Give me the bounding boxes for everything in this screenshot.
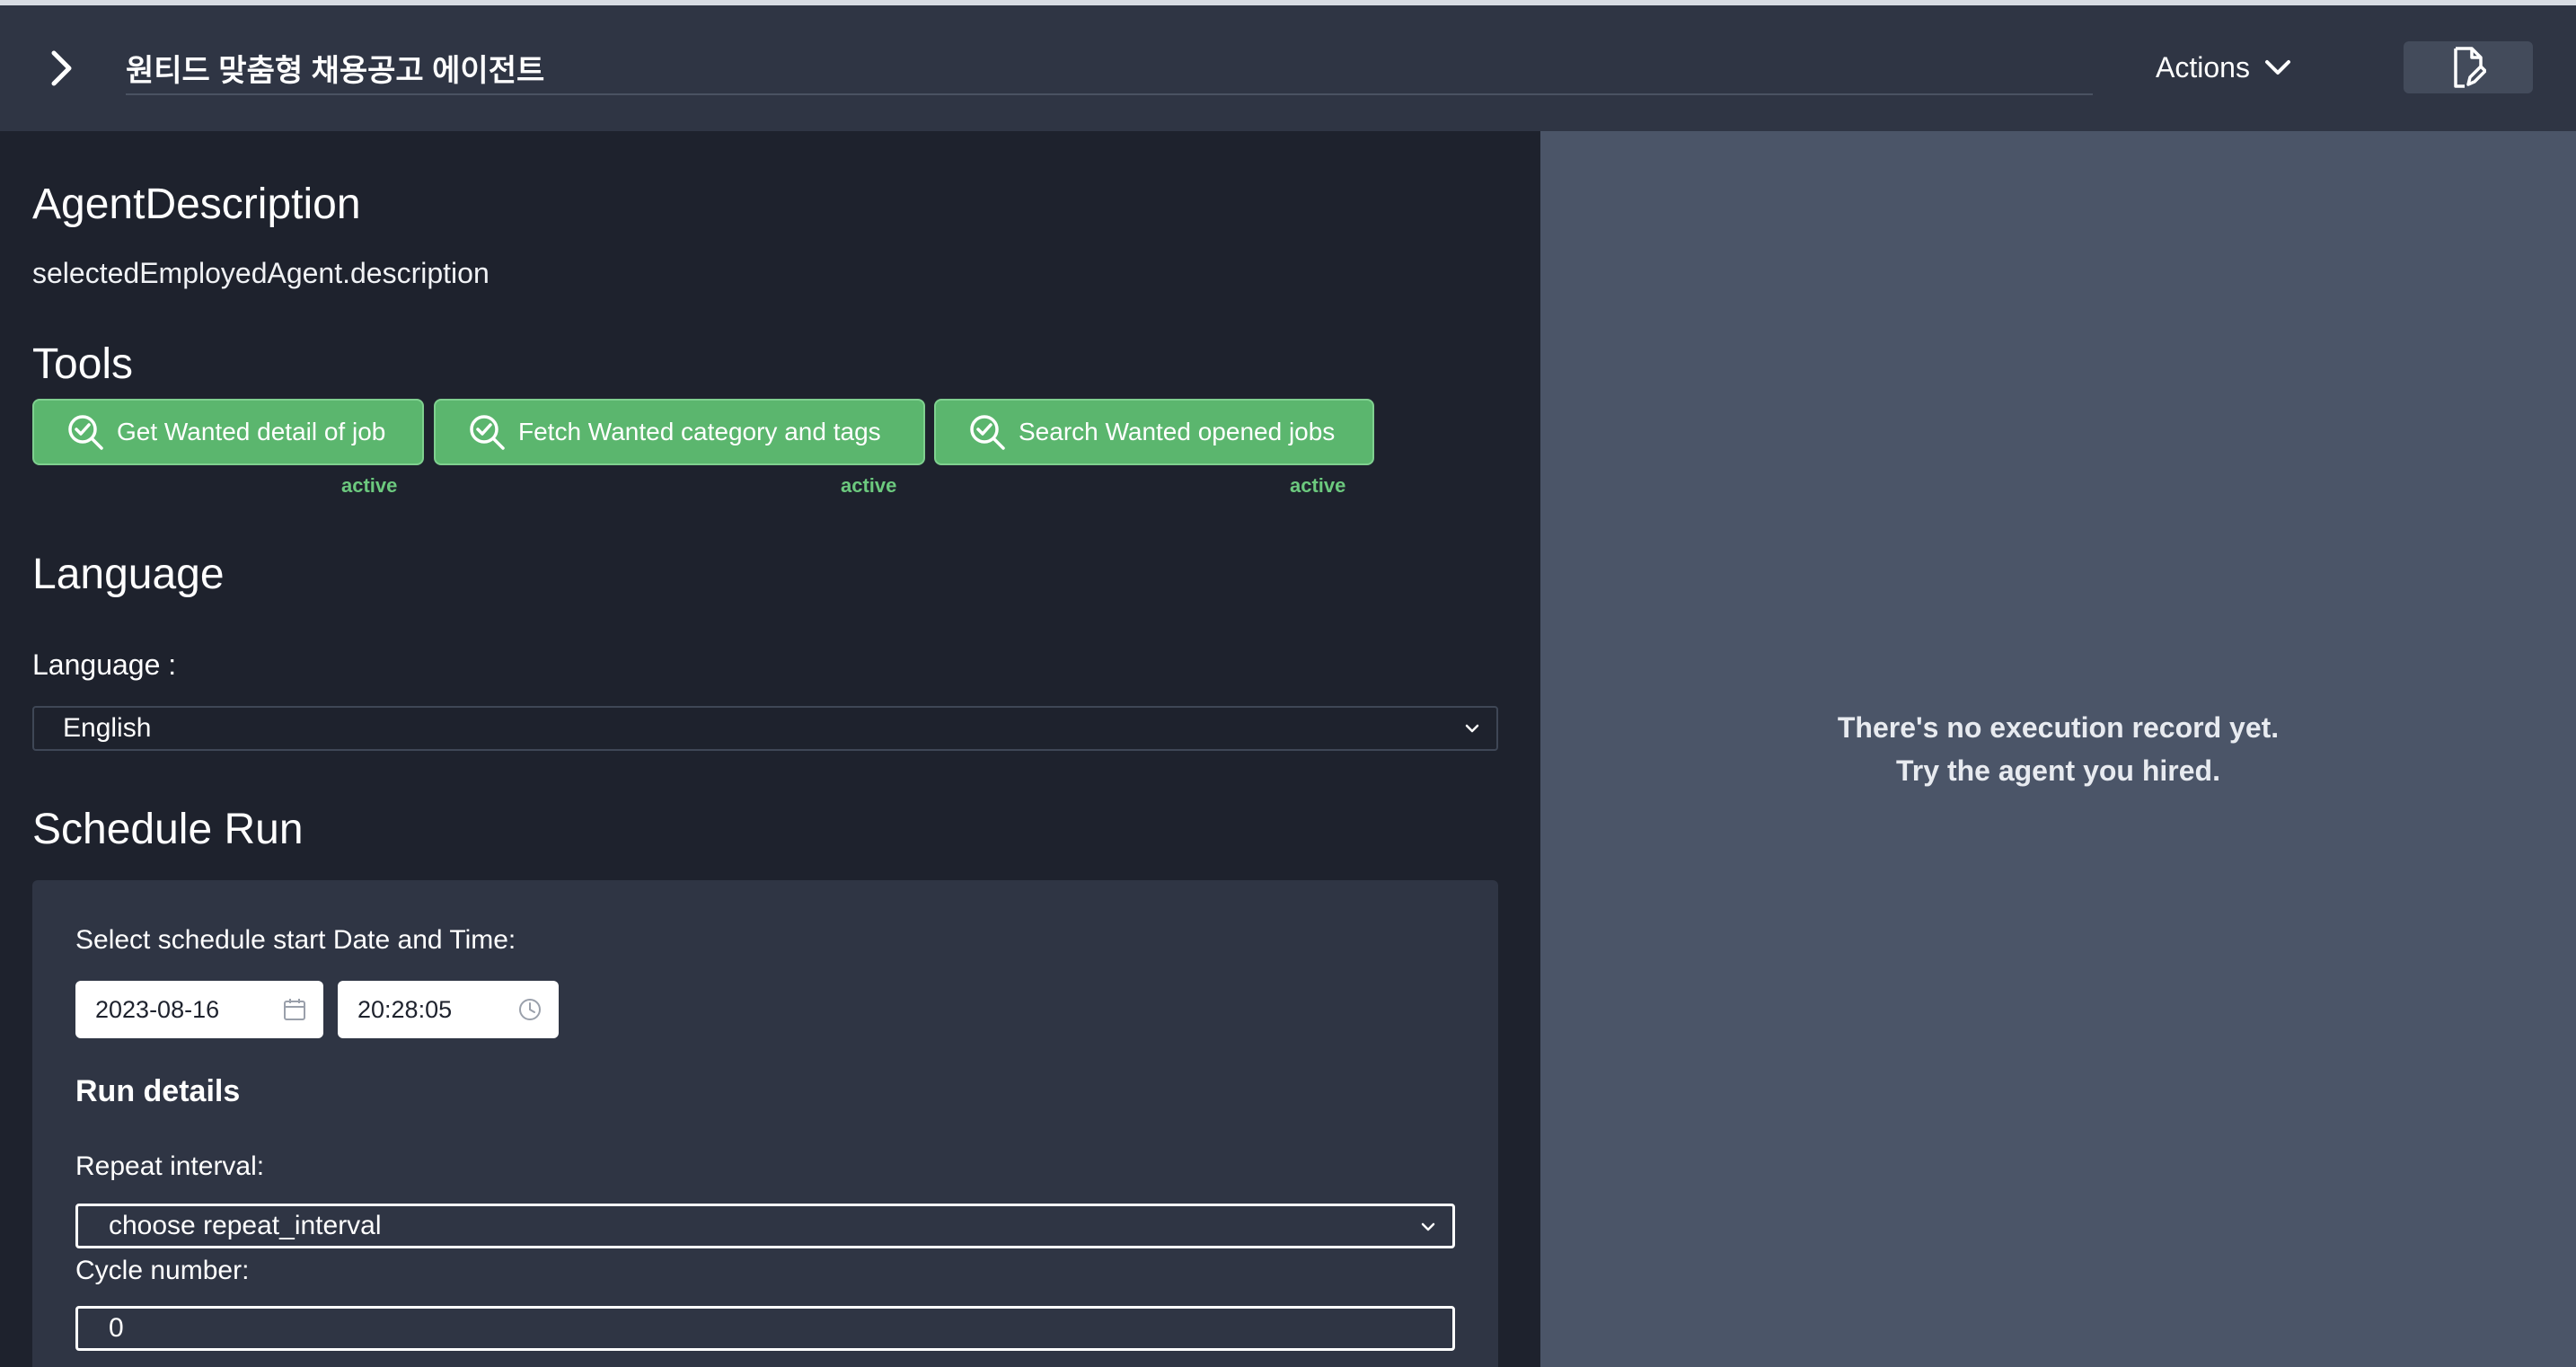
header-bar: Actions	[0, 5, 2576, 131]
empty-state-message: There's no execution record yet. Try the…	[1540, 706, 2576, 792]
tool-search-opened-jobs[interactable]: Search Wanted opened jobs	[934, 399, 1374, 465]
chevron-right-icon	[51, 50, 72, 86]
document-edit-icon	[2454, 47, 2486, 88]
schedule-heading: Schedule Run	[32, 806, 304, 853]
app-window: Actions AgentDescription selectedEmploye…	[0, 0, 2576, 1367]
cycle-number-value: 0	[109, 1313, 124, 1343]
language-selected-value: English	[63, 713, 152, 743]
schedule-run-form: Select schedule start Date and Time: 202…	[32, 880, 1498, 1367]
execution-history-panel: There's no execution record yet. Try the…	[1540, 131, 2576, 1367]
empty-state-line: Try the agent you hired.	[1896, 754, 2220, 787]
clock-icon	[519, 999, 541, 1020]
tool-get-job-detail[interactable]: Get Wanted detail of job	[32, 399, 424, 465]
repeat-interval-value: choose repeat_interval	[109, 1211, 382, 1240]
agent-description-text: selectedEmployedAgent.description	[32, 257, 490, 289]
search-check-icon	[68, 415, 103, 450]
description-heading: AgentDescription	[32, 181, 361, 228]
schedule-date-input[interactable]: 2023-08-16	[75, 981, 323, 1038]
run-details-heading: Run details	[75, 1074, 241, 1108]
calendar-icon	[284, 999, 305, 1020]
tool-label: Search Wanted opened jobs	[1019, 418, 1336, 445]
empty-state-line: There's no execution record yet.	[1837, 711, 2280, 744]
language-select[interactable]: English	[32, 706, 1498, 751]
schedule-time-input[interactable]: 20:28:05	[338, 981, 559, 1038]
search-check-icon	[970, 415, 1005, 450]
tool-fetch-category-tags[interactable]: Fetch Wanted category and tags	[434, 399, 925, 465]
tool-label: Get Wanted detail of job	[117, 418, 386, 445]
tools-heading: Tools	[32, 340, 134, 388]
document-edit-button[interactable]	[2404, 41, 2533, 93]
time-value: 20:28:05	[357, 995, 453, 1023]
tool-label: Fetch Wanted category and tags	[518, 418, 881, 445]
agent-title-field	[126, 41, 2093, 95]
actions-dropdown[interactable]: Actions	[2156, 47, 2291, 88]
chevron-down-icon	[1465, 724, 1479, 733]
repeat-interval-select[interactable]: choose repeat_interval	[75, 1204, 1455, 1248]
repeat-interval-label: Repeat interval:	[75, 1151, 265, 1181]
expand-sidebar-button[interactable]	[38, 45, 84, 92]
agent-title-input[interactable]	[126, 47, 2093, 88]
cycle-number-label: Cycle number:	[75, 1256, 250, 1285]
chevron-down-icon	[1421, 1222, 1435, 1231]
chevron-down-icon	[2264, 60, 2290, 75]
language-label: Language :	[32, 648, 177, 681]
actions-label: Actions	[2156, 50, 2250, 84]
tool-status-badge: active	[1290, 474, 1346, 497]
language-heading: Language	[32, 551, 225, 598]
tool-status-badge: active	[341, 474, 398, 497]
date-value: 2023-08-16	[95, 995, 220, 1023]
cycle-number-input[interactable]: 0	[75, 1306, 1455, 1351]
schedule-start-label: Select schedule start Date and Time:	[75, 925, 516, 955]
search-check-icon	[470, 415, 505, 450]
tool-status-badge: active	[841, 474, 897, 497]
agent-settings-panel: AgentDescription selectedEmployedAgent.d…	[0, 131, 1540, 1367]
